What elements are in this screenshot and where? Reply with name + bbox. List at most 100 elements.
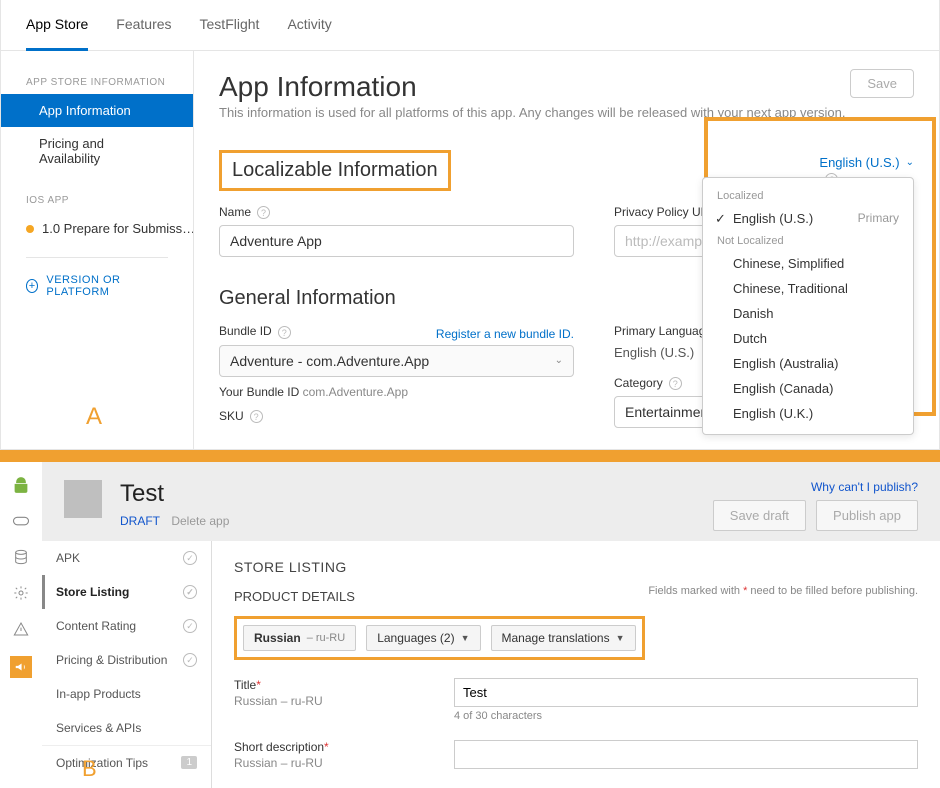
tab-features[interactable]: Features (116, 0, 171, 50)
pill-manage-label: Manage translations (502, 631, 610, 645)
gamepad-icon[interactable] (12, 512, 30, 530)
alert-icon[interactable] (12, 620, 30, 638)
nav-optimization[interactable]: Optimization Tips1 (42, 746, 211, 780)
status-dot-icon (26, 225, 34, 233)
shortdesc-lang-sub: Russian – ru-RU (234, 756, 434, 770)
save-button[interactable]: Save (850, 69, 914, 98)
lang-group-localized: Localized (703, 186, 913, 206)
lang-item[interactable]: Chinese, Traditional (703, 276, 913, 301)
sidebar-item-pricing[interactable]: Pricing and Availability (1, 127, 193, 175)
add-version-button[interactable]: + VERSION OR PLATFORM (1, 270, 193, 302)
section-divider (0, 450, 940, 462)
name-label: Name? (219, 205, 574, 219)
lang-item[interactable]: English (U.K.) (703, 401, 913, 426)
add-version-label: VERSION OR PLATFORM (46, 274, 168, 298)
localizable-heading-highlight: Localizable Information (219, 150, 451, 191)
lang-group-notlocalized: Not Localized (703, 231, 913, 251)
current-language-pill[interactable]: Russian – ru-RU (243, 625, 356, 651)
sku-label: SKU? (219, 409, 574, 423)
check-icon: ✓ (183, 585, 197, 599)
pill-lang-name: Russian (254, 631, 301, 645)
check-icon: ✓ (183, 619, 197, 633)
sidebar-item-version[interactable]: 1.0 Prepare for Submiss… (1, 212, 193, 245)
bundleid-value: Adventure - com.Adventure.App (230, 353, 429, 369)
sidebar-section-label: APP STORE INFORMATION (1, 71, 193, 94)
help-icon[interactable]: ? (669, 377, 682, 390)
sidebar-divider (26, 257, 168, 258)
sidebar-item-app-information[interactable]: App Information (1, 94, 193, 127)
title-lang-sub: Russian – ru-RU (234, 694, 434, 708)
nav-pricing[interactable]: Pricing & Distribution✓ (42, 643, 211, 677)
language-popover: Localized English (U.S.) Primary Not Loc… (702, 177, 914, 435)
lang-item-english-us[interactable]: English (U.S.) Primary (703, 206, 913, 231)
chevron-down-icon: ⌄ (555, 355, 563, 366)
bundleid-label: Bundle ID? (219, 324, 291, 338)
nav-badge: 1 (181, 756, 197, 769)
why-publish-link[interactable]: Why can't I publish? (713, 480, 918, 494)
play-console-panel: Test DRAFT Delete app Why can't I publis… (0, 462, 940, 788)
annotation-letter-a: A (86, 403, 102, 431)
asc-main: Save App Information This information is… (194, 51, 939, 449)
nav-apk[interactable]: APK✓ (42, 541, 211, 575)
lang-item[interactable]: Chinese, Simplified (703, 251, 913, 276)
delete-app-link[interactable]: Delete app (171, 514, 229, 528)
lang-item[interactable]: English (Canada) (703, 376, 913, 401)
page-title: App Information (219, 71, 914, 103)
help-icon[interactable]: ? (257, 206, 270, 219)
page-subtitle: This information is used for all platfor… (219, 105, 914, 120)
publish-app-button[interactable]: Publish app (816, 500, 918, 531)
language-pills-highlight: Russian – ru-RU Languages (2) ▼ Manage t… (234, 616, 645, 660)
database-icon[interactable] (12, 548, 30, 566)
lang-item-label: English (U.S.) (733, 211, 813, 226)
sidebar-section-label-ios: IOS APP (1, 189, 193, 212)
caret-down-icon: ▼ (461, 633, 470, 643)
tab-testflight[interactable]: TestFlight (200, 0, 260, 50)
asc-sidebar: APP STORE INFORMATION App Information Pr… (1, 51, 194, 449)
name-input[interactable] (219, 225, 574, 257)
help-icon[interactable]: ? (278, 326, 291, 339)
lang-item[interactable]: Danish (703, 301, 913, 326)
title-field-label: Title* Russian – ru-RU (234, 678, 434, 722)
required-note: Fields marked with * need to be filled b… (648, 585, 918, 597)
gpc-rail (0, 462, 42, 788)
register-bundle-link[interactable]: Register a new bundle ID. (436, 327, 574, 341)
announce-icon[interactable] (10, 656, 32, 678)
status-draft: DRAFT (120, 514, 160, 528)
gpc-main: STORE LISTING Fields marked with * need … (212, 541, 940, 788)
nav-inapp[interactable]: In-app Products (42, 677, 211, 711)
plus-icon: + (26, 279, 38, 293)
save-draft-button[interactable]: Save draft (713, 500, 806, 531)
caret-down-icon: ▼ (616, 633, 625, 643)
nav-store-listing[interactable]: Store Listing✓ (42, 575, 211, 609)
annotation-letter-b: B (82, 756, 97, 782)
bundleid-select[interactable]: Adventure - com.Adventure.App ⌄ (219, 345, 574, 377)
store-listing-heading: STORE LISTING (234, 559, 918, 575)
nav-services[interactable]: Services & APIs (42, 711, 211, 745)
manage-translations-pill[interactable]: Manage translations ▼ (491, 625, 636, 651)
chevron-down-icon: ⌄ (906, 157, 914, 168)
version-label: 1.0 Prepare for Submiss… (42, 221, 193, 236)
shortdesc-input[interactable] (454, 740, 918, 769)
nav-content-rating[interactable]: Content Rating✓ (42, 609, 211, 643)
language-selector[interactable]: English (U.S.) ⌄ (819, 155, 914, 170)
languages-count-pill[interactable]: Languages (2) ▼ (366, 625, 480, 651)
tab-appstore[interactable]: App Store (26, 0, 88, 51)
pill-count-label: Languages (2) (377, 631, 454, 645)
help-icon[interactable]: ? (250, 410, 263, 423)
your-bundle-row: Your Bundle ID com.Adventure.App (219, 385, 574, 399)
lang-item[interactable]: Dutch (703, 326, 913, 351)
lang-item[interactable]: English (Australia) (703, 351, 913, 376)
android-icon[interactable] (12, 476, 30, 494)
check-icon: ✓ (183, 551, 197, 565)
asc-tabs: App Store Features TestFlight Activity (1, 0, 939, 51)
appstore-panel: App Store Features TestFlight Activity A… (0, 0, 940, 450)
check-icon: ✓ (183, 653, 197, 667)
gear-icon[interactable] (12, 584, 30, 602)
localizable-heading: Localizable Information (232, 159, 438, 181)
pill-lang-sub: – ru-RU (307, 632, 346, 644)
app-icon-placeholder (64, 480, 102, 518)
tab-activity[interactable]: Activity (287, 0, 331, 50)
title-input[interactable] (454, 678, 918, 707)
title-char-count: 4 of 30 characters (454, 710, 918, 722)
language-selector-label: English (U.S.) (819, 155, 899, 170)
